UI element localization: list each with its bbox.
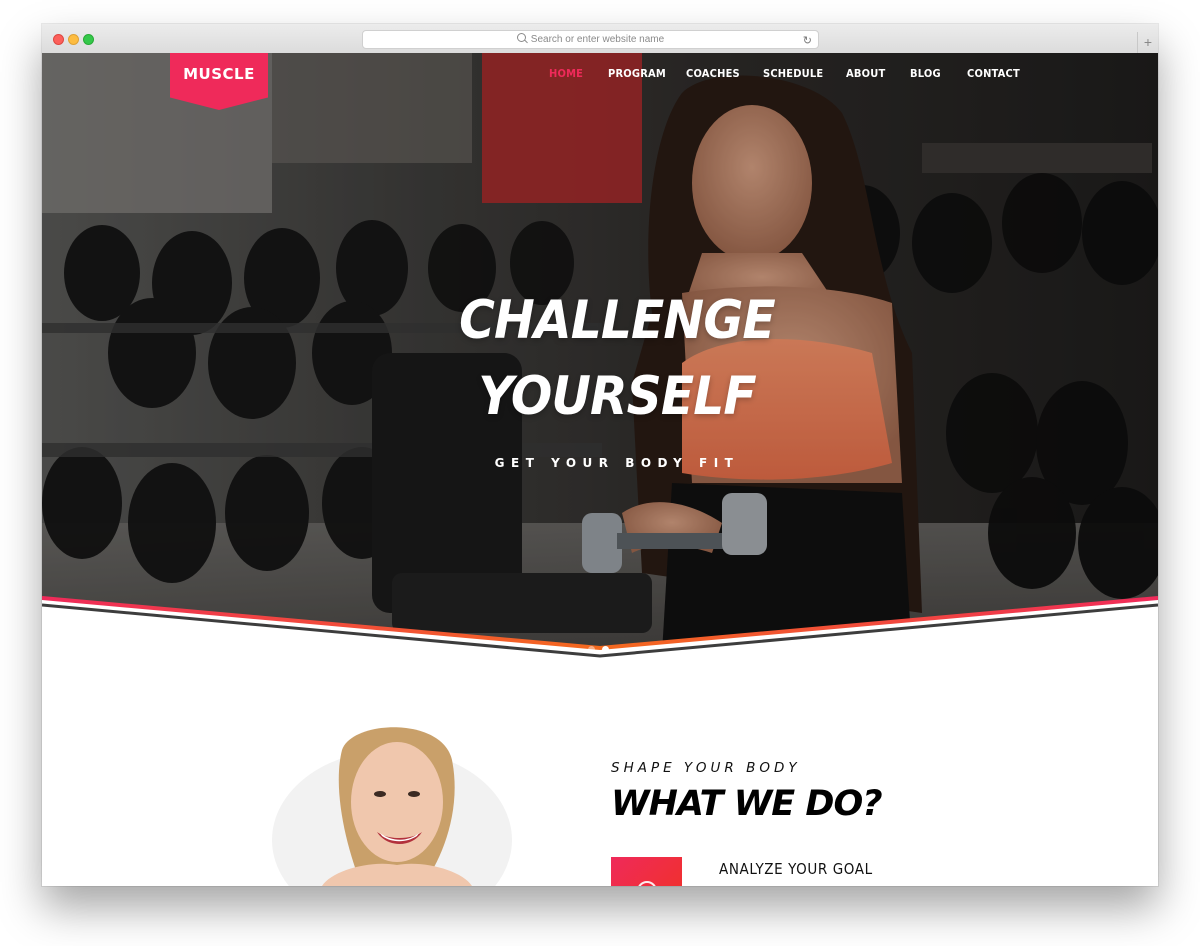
close-window-button[interactable] (53, 34, 64, 45)
smiling-woman-image (172, 720, 532, 886)
address-bar-placeholder: Search or enter website name (530, 34, 665, 45)
hero-headline-line-2: YOURSELF (478, 366, 757, 427)
nav-item-program[interactable]: PROGRAM (608, 67, 666, 80)
search-icon (516, 33, 526, 42)
reload-icon[interactable]: ↻ (803, 33, 812, 50)
new-tab-button[interactable]: + (1137, 32, 1158, 53)
nav-item-schedule[interactable]: SCHEDULE (763, 67, 823, 80)
about-image (172, 720, 532, 886)
hero-section: MUSCLE HOME PROGRAM COACHES SCHEDULE ABO… (42, 53, 1158, 658)
slider-dot-2[interactable] (602, 646, 609, 653)
nav-item-coaches[interactable]: COACHES (686, 67, 740, 80)
nav-item-contact[interactable]: CONTACT (967, 67, 1020, 80)
section-eyebrow: SHAPE YOUR BODY (611, 760, 801, 776)
browser-window: Search or enter website name ↻ + MUSCLE … (42, 24, 1158, 886)
hero-headline-line-1: CHALLENGE (459, 290, 776, 351)
slider-pagination (588, 640, 616, 658)
nav-item-blog[interactable]: BLOG (910, 67, 941, 80)
maximize-window-button[interactable] (83, 34, 94, 45)
feature-icon-box (611, 857, 682, 886)
nav-item-home[interactable]: HOME (549, 67, 583, 80)
target-icon (637, 881, 657, 886)
section-title: WHAT WE DO? (611, 784, 883, 824)
hero-headline: CHALLENGE YOURSELF (410, 283, 824, 435)
browser-toolbar: Search or enter website name ↻ + (42, 24, 1158, 54)
nav-item-about[interactable]: ABOUT (846, 67, 885, 80)
feature-title: ANALYZE YOUR GOAL (719, 860, 873, 878)
address-bar[interactable]: Search or enter website name ↻ (362, 30, 819, 49)
minimize-window-button[interactable] (68, 34, 79, 45)
hero-subheadline: GET YOUR BODY FIT (494, 456, 740, 470)
slider-dot-1[interactable] (588, 646, 595, 653)
